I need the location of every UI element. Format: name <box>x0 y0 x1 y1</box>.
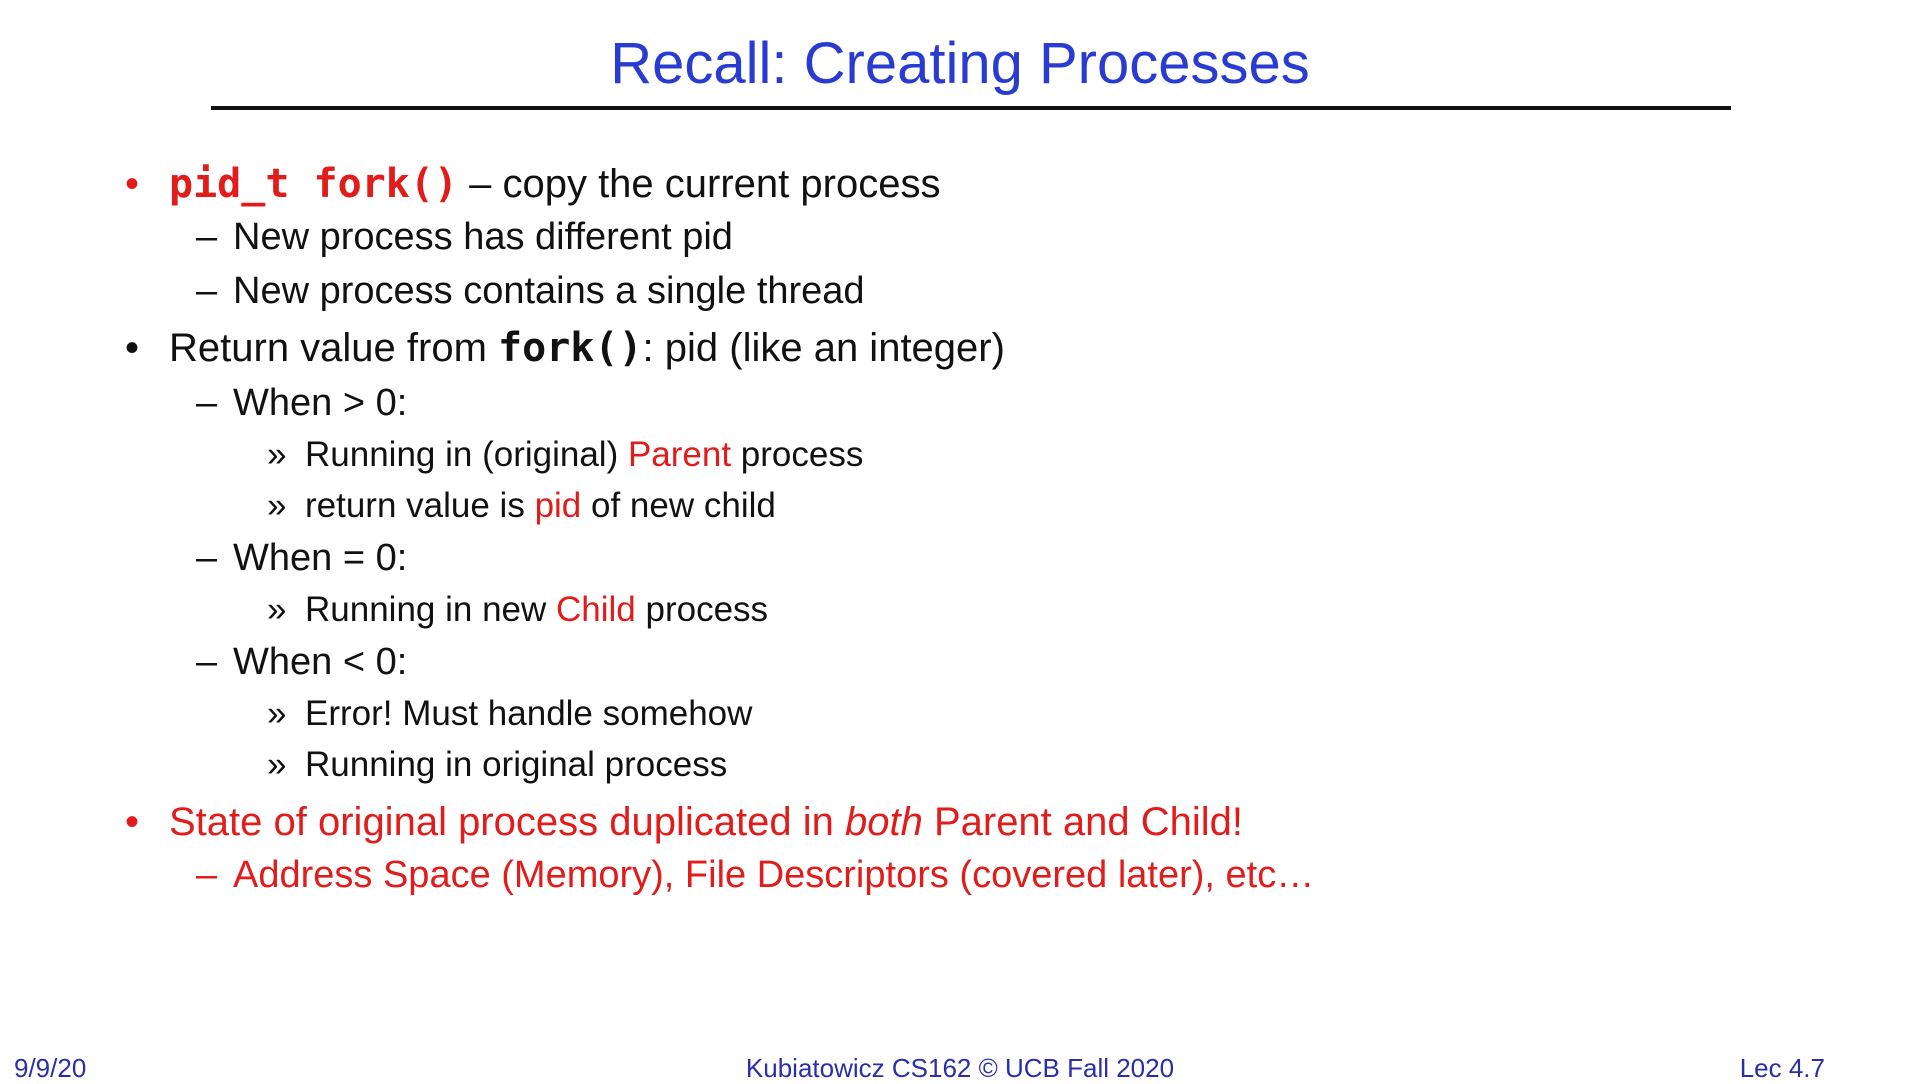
chevron-marker: » <box>267 486 287 525</box>
sub-bullet: – When < 0: <box>196 639 407 685</box>
detail-text: Running in new <box>305 590 556 629</box>
bullet-text: : pid (like an integer) <box>642 326 1005 370</box>
bullet-state-duplicated: • State of original process duplicated in… <box>125 798 1243 846</box>
chevron-marker: » <box>267 435 287 474</box>
bullet-marker: • <box>125 800 140 844</box>
detail-text: process <box>731 435 864 474</box>
sub-bullet-text: When = 0: <box>233 537 408 579</box>
dash-marker: – <box>196 216 218 258</box>
dash-marker: – <box>196 270 218 312</box>
detail-item: » Running in (original) Parent process <box>267 434 863 476</box>
bullet-list: • pid_t fork() – copy the current process… <box>0 0 1920 1080</box>
highlight-pid: pid <box>534 486 582 525</box>
chevron-marker: » <box>267 745 287 784</box>
sub-bullet-text: When < 0: <box>233 641 408 683</box>
detail-text: of new child <box>581 486 776 525</box>
chevron-marker: » <box>267 694 287 733</box>
sub-bullet-text: Address Space (Memory), File Descriptors… <box>233 854 1315 896</box>
detail-text: Running in (original) <box>305 435 628 474</box>
detail-item: » Running in original process <box>267 744 727 786</box>
bullet-return-value: • Return value from fork(): pid (like an … <box>125 324 1005 372</box>
detail-item: » Running in new Child process <box>267 589 768 631</box>
bullet-text: State of original process duplicated in <box>169 800 845 844</box>
chevron-marker: » <box>267 590 287 629</box>
highlight-child: Child <box>556 590 636 629</box>
bullet-text: Parent and Child! <box>922 800 1244 844</box>
bullet-text: Return value from <box>169 326 499 370</box>
sub-bullet: – When > 0: <box>196 380 407 426</box>
dash-marker: – <box>196 382 218 424</box>
emphasis-both: both <box>844 800 923 844</box>
sub-bullet-text: New process has different pid <box>233 216 733 258</box>
highlight-parent: Parent <box>627 435 732 474</box>
footer-lecture-number: Lec 4.7 <box>1739 1053 1825 1083</box>
footer-course: Kubiatowicz CS162 © UCB Fall 2020 <box>745 1053 1175 1083</box>
sub-bullet: – New process has different pid <box>196 214 733 260</box>
sub-bullet: – New process contains a single thread <box>196 268 865 314</box>
fork-description: – copy the current process <box>457 162 941 206</box>
detail-text: return value is <box>305 486 535 525</box>
bullet-marker: • <box>125 326 140 370</box>
dash-marker: – <box>196 854 218 896</box>
detail-item: » return value is pid of new child <box>267 485 776 527</box>
bullet-marker: • <box>125 162 140 206</box>
detail-text: process <box>635 590 769 629</box>
detail-text: Error! Must handle somehow <box>305 694 753 733</box>
sub-bullet: – Address Space (Memory), File Descriptor… <box>196 852 1314 898</box>
dash-marker: – <box>196 641 218 683</box>
fork-call-code: fork() <box>498 325 643 371</box>
sub-bullet: – When = 0: <box>196 535 407 581</box>
dash-marker: – <box>196 537 218 579</box>
fork-signature-code: pid_t fork() <box>169 161 458 207</box>
sub-bullet-text: New process contains a single thread <box>233 270 865 312</box>
sub-bullet-text: When > 0: <box>233 382 408 424</box>
detail-item: » Error! Must handle somehow <box>267 693 752 735</box>
bullet-fork: • pid_t fork() – copy the current process <box>125 160 940 208</box>
detail-text: Running in original process <box>305 745 728 784</box>
